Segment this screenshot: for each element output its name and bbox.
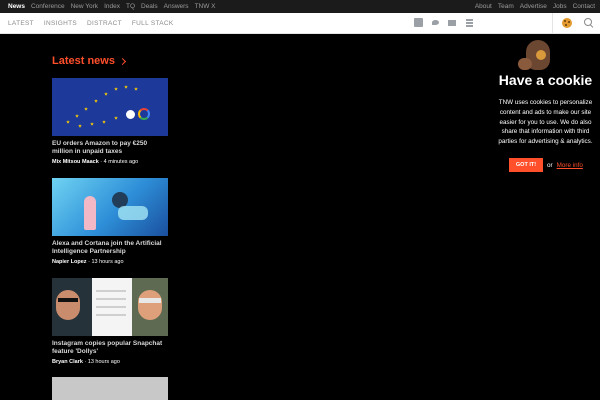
cookie-icon: [536, 50, 546, 60]
article-card[interactable]: [52, 377, 168, 400]
top-nav-index[interactable]: Index: [104, 0, 120, 13]
section-tabs: LATEST INSIGHTS DISTRACT FULL STACK: [8, 20, 174, 27]
top-nav-tnw-x[interactable]: TNW X: [195, 0, 216, 13]
social-links: [414, 18, 474, 27]
star-icon: [66, 120, 70, 124]
article-thumbnail-video-call[interactable]: [52, 278, 168, 336]
tab-insights[interactable]: INSIGHTS: [44, 20, 77, 27]
thumbnail-panel: [92, 278, 132, 336]
article-thumbnail-eu-flag[interactable]: [52, 78, 168, 136]
google-logo-icon: [138, 108, 150, 120]
article-card[interactable]: Instagram copies popular Snapchat featur…: [52, 278, 168, 365]
star-icon: [134, 87, 138, 91]
nav-divider: [552, 13, 553, 34]
star-icon: [75, 114, 79, 118]
cookie-or-text: or: [547, 161, 553, 169]
top-nav-answers[interactable]: Answers: [164, 0, 189, 13]
article-thumbnail[interactable]: [52, 377, 168, 400]
top-nav-about[interactable]: About: [475, 0, 492, 13]
thumbnail-figure: [58, 298, 78, 302]
thumbnail-figure: [84, 196, 96, 230]
thumbnail-figure: [518, 58, 532, 70]
thumbnail-figure: [56, 290, 80, 320]
article-author[interactable]: Napier Lopez: [52, 259, 87, 265]
top-nav-deals[interactable]: Deals: [141, 0, 158, 13]
top-nav-advertise[interactable]: Advertise: [520, 0, 547, 13]
cookie-photo: [518, 38, 560, 72]
top-nav-news[interactable]: News: [8, 0, 25, 13]
article-time: · 13 hours ago: [84, 359, 120, 365]
tab-full-stack[interactable]: FULL STACK: [132, 20, 174, 27]
got-it-button[interactable]: GOT IT!: [509, 158, 543, 172]
latest-news-label: Latest news: [52, 55, 115, 67]
latest-news-heading[interactable]: Latest news: [52, 55, 127, 67]
star-icon: [94, 99, 98, 103]
article-time: · 13 hours ago: [88, 259, 124, 265]
top-nav-new-york[interactable]: New York: [71, 0, 98, 13]
more-info-link[interactable]: More info: [557, 162, 583, 169]
article-author[interactable]: Mix Mitsou Maack: [52, 159, 99, 165]
mail-icon[interactable]: [448, 18, 457, 27]
twitter-icon[interactable]: [431, 18, 440, 27]
tab-latest[interactable]: LATEST: [8, 20, 34, 27]
facebook-icon[interactable]: [414, 18, 423, 27]
article-title[interactable]: Alexa and Cortana join the Artificial In…: [52, 240, 168, 257]
star-icon: [78, 124, 82, 128]
section-navigation: LATEST INSIGHTS DISTRACT FULL STACK: [0, 13, 600, 34]
star-icon: [104, 92, 108, 96]
article-meta: Napier Lopez · 13 hours ago: [52, 259, 168, 265]
tab-distract[interactable]: DISTRACT: [87, 20, 122, 27]
article-time: · 4 minutes ago: [100, 159, 139, 165]
search-icon[interactable]: [584, 18, 594, 28]
cookie-icon[interactable]: [562, 18, 572, 28]
star-icon: [124, 85, 128, 89]
star-icon: [90, 122, 94, 126]
top-nav-tq[interactable]: TQ: [126, 0, 135, 13]
chevron-right-icon: [118, 57, 127, 65]
star-icon: [114, 116, 118, 120]
article-meta: Bryan Clark · 13 hours ago: [52, 359, 168, 365]
article-author[interactable]: Bryan Clark: [52, 359, 83, 365]
thumbnail-figure: [118, 206, 148, 220]
cookie-title: Have a cookie: [498, 72, 593, 88]
article-thumbnail-vr[interactable]: [52, 178, 168, 236]
apple-logo-icon: [126, 110, 135, 119]
article-card[interactable]: EU orders Amazon to pay €250 million in …: [52, 78, 168, 165]
top-nav-contact[interactable]: Contact: [573, 0, 595, 13]
thumbnail-figure: [139, 298, 161, 303]
star-icon: [102, 120, 106, 124]
top-nav-jobs[interactable]: Jobs: [553, 0, 567, 13]
top-navigation: News Conference New York Index TQ Deals …: [0, 0, 600, 13]
thumbnail-figure: [138, 290, 162, 320]
star-icon: [114, 87, 118, 91]
article-title[interactable]: EU orders Amazon to pay €250 million in …: [52, 140, 168, 157]
star-icon: [84, 107, 88, 111]
article-meta: Mix Mitsou Maack · 4 minutes ago: [52, 159, 168, 165]
cookie-message: TNW uses cookies to personalize content …: [498, 99, 593, 146]
article-card[interactable]: Alexa and Cortana join the Artificial In…: [52, 178, 168, 265]
menu-icon[interactable]: [465, 18, 474, 27]
top-nav-left: News Conference New York Index TQ Deals …: [8, 0, 216, 13]
top-nav-team[interactable]: Team: [498, 0, 514, 13]
top-nav-conference[interactable]: Conference: [31, 0, 65, 13]
top-nav-right: About Team Advertise Jobs Contact: [475, 0, 595, 13]
cookie-actions: GOT IT! or More info: [509, 158, 583, 172]
article-title[interactable]: Instagram copies popular Snapchat featur…: [52, 340, 168, 357]
